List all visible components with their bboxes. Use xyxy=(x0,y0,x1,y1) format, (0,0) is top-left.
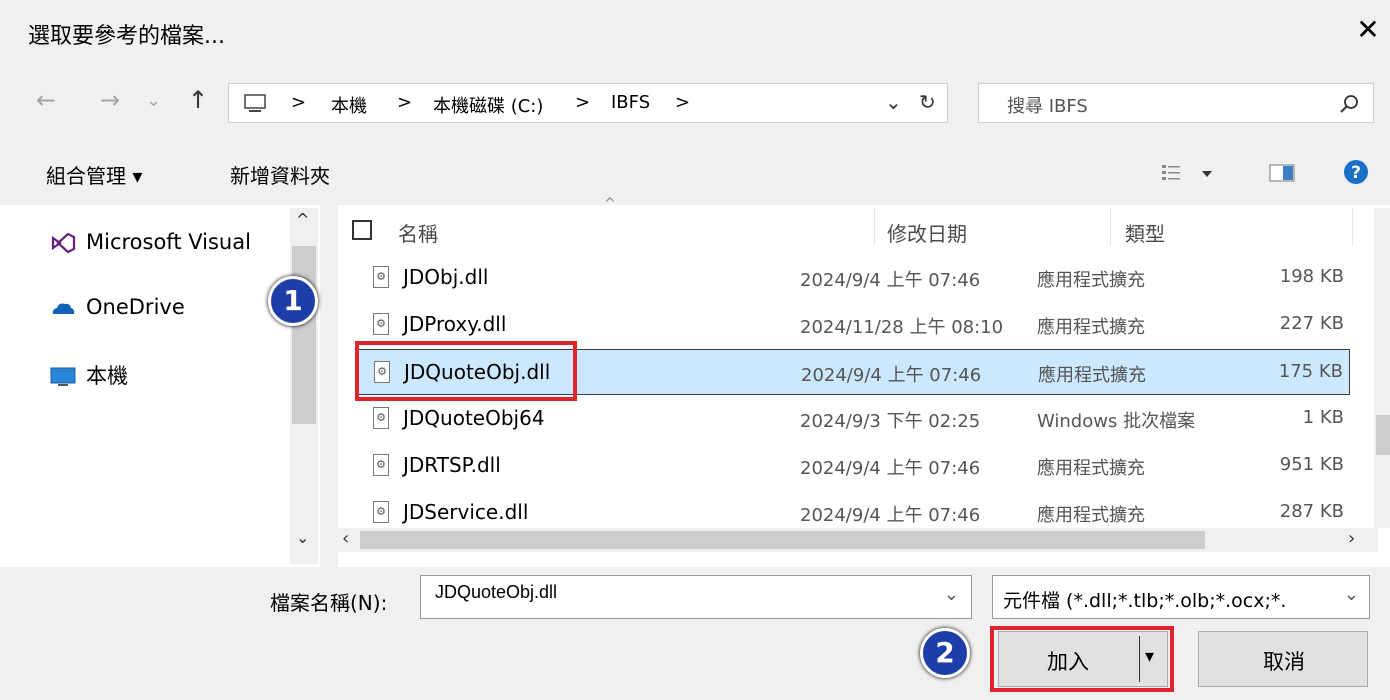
select-all-checkbox[interactable] xyxy=(352,220,372,240)
search-input[interactable]: 搜尋 IBFS xyxy=(1007,92,1088,118)
file-icon: ⚙ xyxy=(373,313,389,335)
search-box[interactable]: 搜尋 IBFS xyxy=(978,83,1374,123)
filename-field[interactable]: JDQuoteObj.dll ⌄ xyxy=(420,575,972,619)
filter-value: 元件檔 (*.dll;*.tlb;*.olb;*.ocx;*. xyxy=(1003,590,1287,612)
back-icon[interactable]: ← xyxy=(36,86,56,114)
organize-button[interactable]: 組合管理 ▾ xyxy=(46,160,142,189)
forward-icon[interactable]: → xyxy=(100,86,120,114)
file-type: 應用程式擴充 xyxy=(1037,505,1145,526)
cancel-button[interactable]: 取消 xyxy=(1198,631,1368,687)
column-header-name[interactable]: 名稱 xyxy=(398,218,438,247)
search-icon[interactable] xyxy=(1339,94,1359,114)
close-icon[interactable]: ✕ xyxy=(1352,14,1384,46)
file-name: JDObj.dll xyxy=(403,265,489,289)
column-divider[interactable] xyxy=(1352,208,1353,246)
breadcrumb-ibfs[interactable]: IBFS xyxy=(611,92,650,113)
batch-file-icon: ⚙ xyxy=(373,407,389,429)
visual-studio-icon xyxy=(51,232,76,254)
file-row[interactable]: ⚙ JDObj.dll 2024/9/4 上午 07:46 應用程式擴充 198… xyxy=(355,255,1350,301)
sidebar-item-label: 本機 xyxy=(86,364,128,388)
scroll-right-icon[interactable]: › xyxy=(1348,528,1355,549)
sort-arrow-icon: ^ xyxy=(604,196,616,212)
help-icon[interactable]: ? xyxy=(1342,158,1370,186)
file-icon: ⚙ xyxy=(373,454,389,476)
preview-pane-icon[interactable] xyxy=(1268,162,1298,184)
selected-file-highlight xyxy=(355,341,577,401)
address-history-chevron-icon[interactable]: ⌄ xyxy=(885,90,902,114)
scroll-down-icon[interactable]: ⌄ xyxy=(296,528,309,547)
file-size: 198 KB xyxy=(1279,266,1344,287)
file-name: JDProxy.dll xyxy=(403,312,507,336)
column-header-type[interactable]: 類型 xyxy=(1125,218,1165,247)
file-type: 應用程式擴充 xyxy=(1037,458,1145,479)
sidebar-item-label: OneDrive xyxy=(86,295,185,319)
refresh-icon[interactable]: ↻ xyxy=(919,90,936,114)
breadcrumb-separator: > xyxy=(397,92,413,113)
file-modified: 2024/9/4 上午 07:46 xyxy=(800,505,981,526)
filename-value[interactable]: JDQuoteObj.dll xyxy=(435,582,557,603)
file-type: 應用程式擴充 xyxy=(1037,317,1145,338)
breadcrumb-separator: > xyxy=(675,92,691,113)
filename-label: 檔案名稱(N): xyxy=(270,591,388,615)
sidebar-item-visual-studio[interactable]: Microsoft Visual xyxy=(50,230,251,254)
file-size: 287 KB xyxy=(1279,501,1344,522)
breadcrumb-local-disk[interactable]: 本機磁碟 (C:) xyxy=(433,92,543,118)
step-2-badge: 2 xyxy=(920,628,970,678)
file-name: JDRTSP.dll xyxy=(403,453,501,477)
svg-text:?: ? xyxy=(1351,163,1361,183)
file-name: JDService.dll xyxy=(403,500,529,524)
file-list-scrollbar[interactable] xyxy=(1374,208,1390,528)
cancel-button-label: 取消 xyxy=(1263,650,1305,674)
breadcrumb-separator: > xyxy=(291,92,307,113)
computer-icon xyxy=(50,367,76,386)
file-size: 175 KB xyxy=(1278,361,1343,382)
horizontal-scrollbar-thumb[interactable] xyxy=(360,531,1205,549)
file-type-filter[interactable]: 元件檔 (*.dll;*.tlb;*.olb;*.ocx;*. ⌄ xyxy=(992,575,1370,619)
chevron-down-icon[interactable]: ⌄ xyxy=(944,584,959,605)
up-icon[interactable]: ↑ xyxy=(188,86,208,114)
add-button-highlight xyxy=(990,626,1174,692)
sidebar-scrollbar-thumb[interactable] xyxy=(292,246,316,424)
file-icon: ⚙ xyxy=(373,266,389,288)
breadcrumb-separator: > xyxy=(575,92,591,113)
file-size: 951 KB xyxy=(1279,454,1344,475)
file-type: 應用程式擴充 xyxy=(1038,365,1146,386)
column-divider[interactable] xyxy=(874,208,875,246)
file-modified: 2024/9/4 上午 07:46 xyxy=(801,365,982,386)
recent-dropdown-icon[interactable]: ⌄ xyxy=(146,90,161,111)
column-divider[interactable] xyxy=(1110,208,1111,246)
file-list-scrollbar-thumb[interactable] xyxy=(1376,415,1390,455)
view-options-icon[interactable] xyxy=(1160,162,1220,184)
new-folder-button[interactable]: 新增資料夾 xyxy=(230,160,330,189)
file-modified: 2024/11/28 上午 08:10 xyxy=(800,317,1004,338)
scroll-up-icon[interactable]: ^ xyxy=(296,210,309,229)
onedrive-icon xyxy=(52,303,75,314)
scroll-left-icon[interactable]: ‹ xyxy=(342,528,349,549)
file-row[interactable]: ⚙ JDRTSP.dll 2024/9/4 上午 07:46 應用程式擴充 95… xyxy=(355,443,1350,489)
breadcrumb-this-pc[interactable]: 本機 xyxy=(331,92,367,118)
dialog-title: 選取要參考的檔案... xyxy=(28,24,225,49)
file-name: JDQuoteObj64 xyxy=(403,406,545,430)
file-modified: 2024/9/4 上午 07:46 xyxy=(800,270,981,291)
file-row[interactable]: ⚙ JDQuoteObj64 2024/9/3 下午 02:25 Windows… xyxy=(355,396,1350,442)
file-dialog: 選取要參考的檔案... ✕ ← → ⌄ ↑ > 本機 > 本機磁碟 (C:) >… xyxy=(0,0,1390,700)
step-1-badge: 1 xyxy=(268,276,318,326)
navigation-pane xyxy=(0,205,320,567)
computer-icon xyxy=(244,94,266,112)
file-icon: ⚙ xyxy=(373,501,389,523)
file-type: Windows 批次檔案 xyxy=(1037,411,1196,432)
file-size: 227 KB xyxy=(1279,313,1344,334)
sidebar-item-onedrive[interactable]: OneDrive xyxy=(50,295,185,319)
file-modified: 2024/9/4 上午 07:46 xyxy=(800,458,981,479)
file-size: 1 KB xyxy=(1302,407,1344,428)
sidebar-item-this-pc[interactable]: 本機 xyxy=(50,360,128,390)
file-type: 應用程式擴充 xyxy=(1037,270,1145,291)
address-bar[interactable]: > 本機 > 本機磁碟 (C:) > IBFS > ⌄ ↻ xyxy=(228,83,948,123)
column-header-modified[interactable]: 修改日期 xyxy=(887,218,967,247)
file-modified: 2024/9/3 下午 02:25 xyxy=(800,411,981,432)
chevron-down-icon[interactable]: ⌄ xyxy=(1344,584,1359,605)
sidebar-item-label: Microsoft Visual xyxy=(86,230,251,254)
